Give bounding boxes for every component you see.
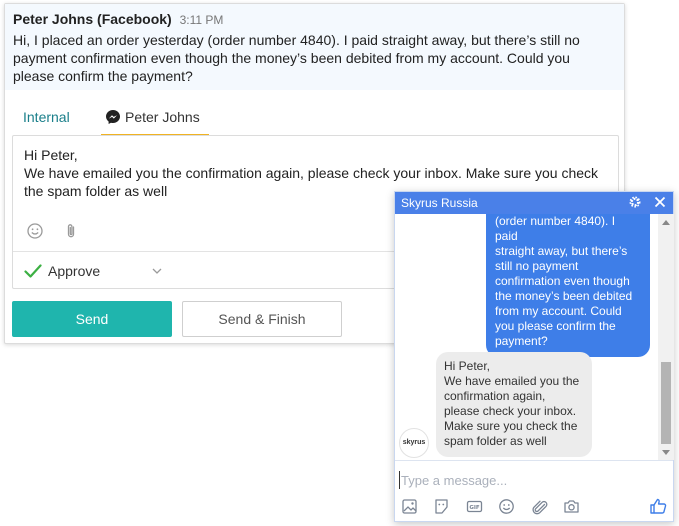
camera-icon[interactable] — [563, 498, 580, 515]
scroll-up-icon[interactable] — [662, 219, 670, 225]
close-icon[interactable] — [653, 195, 667, 209]
send-button[interactable]: Send — [12, 301, 172, 337]
outgoing-message: (order number 4840). I paid straight awa… — [486, 214, 650, 357]
status-label: Approve — [48, 263, 101, 279]
messenger-widget: Skyrus Russia (order number 4840). I pai… — [394, 191, 674, 522]
sender-name: Peter Johns (Facebook) — [13, 11, 172, 27]
avatar: skyrus — [399, 428, 429, 458]
widget-toolbar: GIF — [401, 498, 591, 516]
emoji-icon[interactable] — [498, 498, 515, 515]
like-icon[interactable] — [649, 497, 667, 515]
scroll-down-icon[interactable] — [662, 450, 670, 456]
tab-facebook-label: Peter Johns — [125, 109, 200, 125]
composer-tools — [26, 222, 94, 242]
messenger-icon — [106, 110, 120, 124]
incoming-message: Hi Peter, We have emailed you the confir… — [436, 352, 592, 457]
customer-message: Peter Johns (Facebook) 3:11 PM Hi, I pla… — [5, 4, 624, 90]
message-input[interactable] — [399, 471, 649, 489]
check-icon — [24, 264, 42, 278]
tab-internal[interactable]: Internal — [23, 100, 70, 136]
tab-facebook[interactable]: Peter Johns — [101, 100, 209, 136]
svg-text:GIF: GIF — [469, 505, 480, 511]
reply-tabs: Internal Peter Johns — [5, 100, 624, 136]
message-text: Hi, I placed an order yesterday (order n… — [13, 32, 580, 84]
message-time: 3:11 PM — [179, 13, 224, 27]
gif-icon[interactable]: GIF — [466, 498, 483, 515]
scrollbar-thumb[interactable] — [661, 362, 671, 444]
status-select[interactable]: Approve — [24, 261, 162, 281]
widget-messages: (order number 4840). I paid straight awa… — [395, 214, 657, 460]
send-finish-button[interactable]: Send & Finish — [182, 301, 342, 337]
gear-icon[interactable] — [628, 195, 642, 209]
widget-title: Skyrus Russia — [401, 196, 478, 210]
divider — [395, 460, 673, 461]
widget-header: Skyrus Russia — [395, 192, 673, 214]
attachment-icon[interactable] — [531, 498, 548, 515]
attachment-icon[interactable] — [62, 222, 80, 240]
sticker-icon[interactable] — [433, 498, 450, 515]
reply-line: Hi Peter, — [24, 147, 78, 163]
chevron-down-icon — [152, 268, 162, 274]
emoji-icon[interactable] — [26, 222, 44, 240]
image-icon[interactable] — [401, 498, 418, 515]
scrollbar[interactable] — [658, 214, 674, 460]
